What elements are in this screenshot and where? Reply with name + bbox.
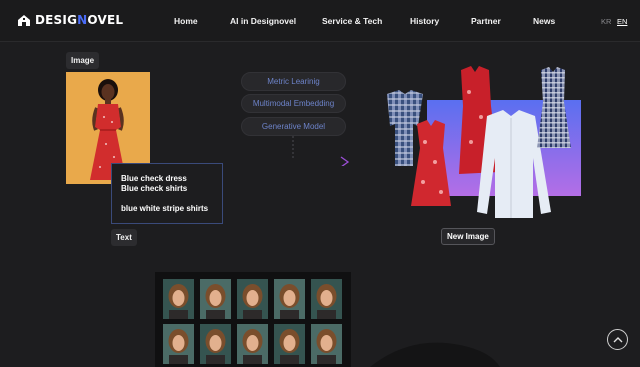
nav-service-tech[interactable]: Service & Tech bbox=[322, 16, 382, 26]
method-metric-learning: Metric Learinig bbox=[241, 72, 346, 91]
image-label: Image bbox=[66, 52, 100, 69]
nav-home[interactable]: Home bbox=[174, 16, 198, 26]
grid-thumb bbox=[163, 279, 194, 319]
method-multimodal-embedding: Multimodal Embedding bbox=[241, 94, 346, 113]
grid-thumb bbox=[237, 324, 268, 364]
nav-history[interactable]: History bbox=[410, 16, 439, 26]
grid-thumb bbox=[311, 279, 342, 319]
text-line-2: Blue check shirts bbox=[121, 184, 188, 193]
nav-ai-in-designovel[interactable]: AI in Designovel bbox=[230, 16, 296, 26]
site-header: DESIGNOVEL Home AI in Designovel Service… bbox=[0, 0, 640, 42]
grid-thumb bbox=[200, 324, 231, 364]
chevron-up-icon bbox=[613, 336, 622, 342]
background-figure bbox=[370, 342, 500, 367]
grid-thumb bbox=[237, 279, 268, 319]
grid-thumb bbox=[274, 324, 305, 364]
grid-thumb bbox=[200, 279, 231, 319]
brand-wordmark: DESIGNOVEL bbox=[35, 13, 124, 27]
clothes-illustration bbox=[387, 66, 581, 218]
lang-en-toggle[interactable]: EN bbox=[617, 17, 627, 26]
designovel-logo-icon bbox=[18, 14, 30, 26]
text-line-3 bbox=[121, 194, 222, 204]
arrow-right-icon bbox=[220, 136, 350, 166]
text-line-1: Blue check dress bbox=[121, 174, 187, 183]
text-query-box: Blue check dress Blue check shirts blue … bbox=[111, 163, 223, 224]
text-label: Text bbox=[111, 229, 137, 246]
generated-clothes-image bbox=[365, 62, 585, 222]
text-line-4: blue white stripe shirts bbox=[121, 204, 209, 213]
new-image-label: New Image bbox=[441, 228, 495, 245]
lang-kr-toggle[interactable]: KR bbox=[601, 17, 611, 26]
scroll-to-top-button[interactable] bbox=[607, 329, 628, 350]
generated-face-grid bbox=[155, 272, 351, 367]
grid-thumb bbox=[163, 324, 194, 364]
grid-thumb bbox=[274, 279, 305, 319]
grid-thumb bbox=[311, 324, 342, 364]
method-generative-model: Generative Model bbox=[241, 117, 346, 136]
nav-partner[interactable]: Partner bbox=[471, 16, 501, 26]
brand-logo[interactable]: DESIGNOVEL bbox=[17, 13, 123, 27]
nav-news[interactable]: News bbox=[533, 16, 555, 26]
